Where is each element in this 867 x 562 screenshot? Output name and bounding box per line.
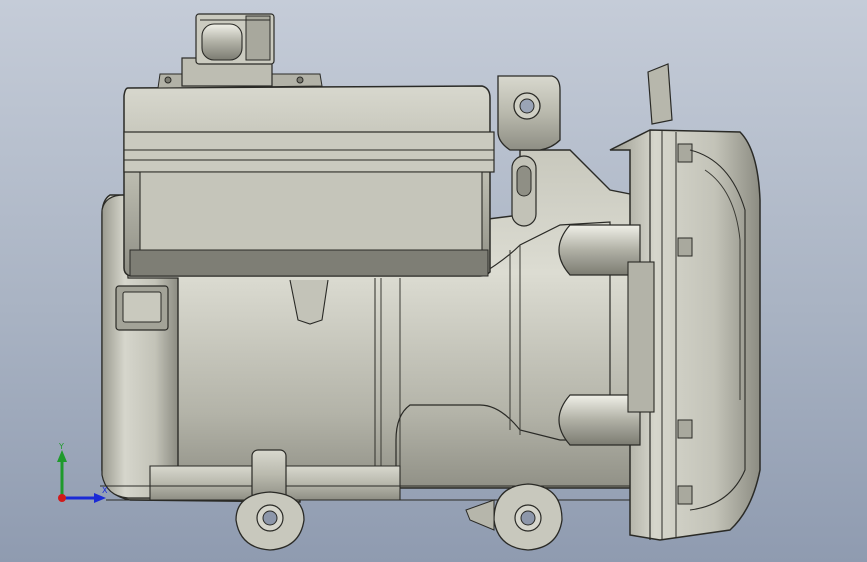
- 3d-viewport[interactable]: Y X: [0, 0, 867, 562]
- compressor-model[interactable]: [0, 0, 867, 562]
- triad-arrows-icon: [57, 450, 106, 503]
- side-vent: [115, 285, 169, 331]
- bottom-mount-ear-right: [465, 483, 563, 551]
- axis-triad: Y X: [48, 438, 108, 510]
- electrical-connector: [181, 13, 275, 87]
- inverter-box: [123, 73, 495, 277]
- triad-x-label: X: [102, 486, 108, 495]
- triad-y-label: Y: [59, 442, 64, 451]
